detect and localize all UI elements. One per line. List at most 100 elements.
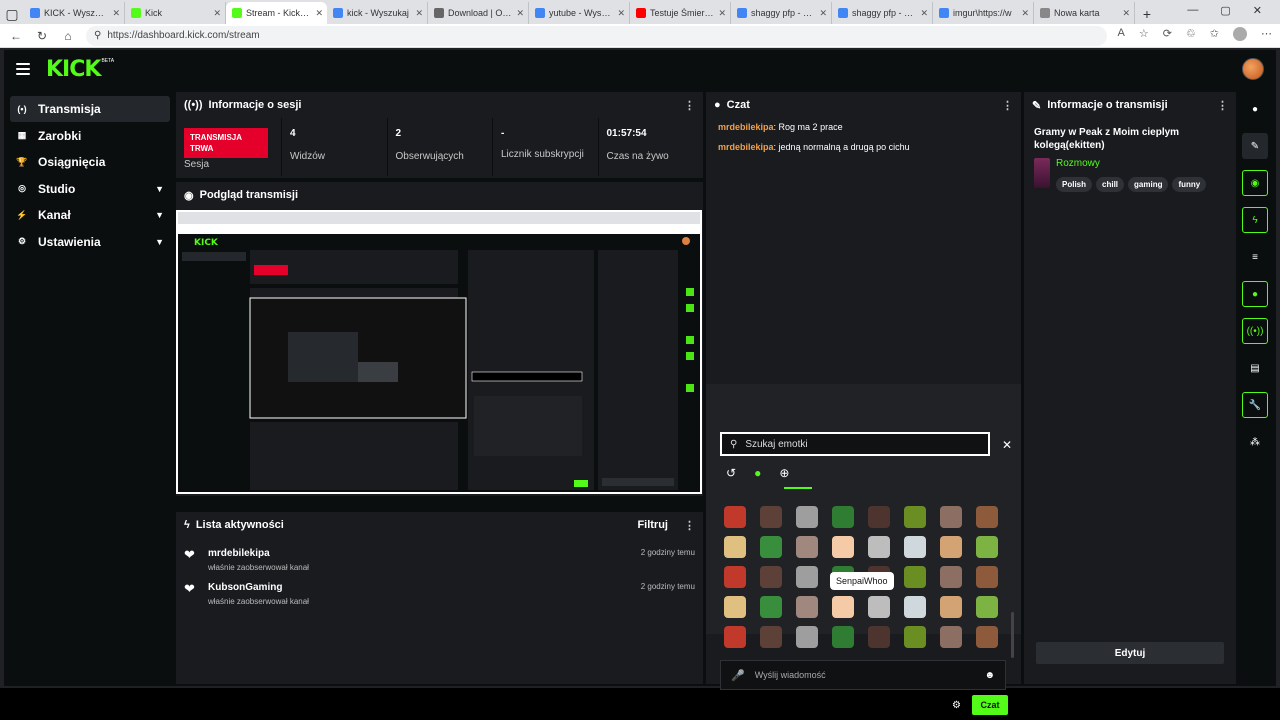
emote[interactable]	[832, 596, 854, 618]
favorite-star-icon[interactable]: ☆	[1139, 27, 1149, 44]
emote[interactable]	[724, 566, 746, 588]
tab-close-icon[interactable]: ✕	[718, 8, 726, 19]
browser-tab[interactable]: shaggy pfp - Wy ✕	[731, 2, 832, 24]
camera-icon[interactable]: ◉	[1242, 170, 1268, 196]
emote[interactable]	[940, 566, 962, 588]
emote[interactable]	[904, 506, 926, 528]
sync-icon[interactable]: ♲	[1186, 27, 1196, 44]
chat-nick[interactable]: mrdebilekipa	[718, 142, 774, 152]
read-aloud-icon[interactable]: A	[1117, 27, 1124, 44]
tab-close-icon[interactable]: ✕	[516, 8, 524, 19]
emote[interactable]	[868, 506, 890, 528]
back-icon[interactable]: ←	[8, 29, 24, 43]
emote[interactable]	[976, 506, 998, 528]
tab-menu-icon[interactable]: ▢	[0, 4, 24, 24]
stream-tag[interactable]: chill	[1096, 177, 1125, 192]
browser-tab[interactable]: KICK - Wyszukaj ✕	[24, 2, 125, 24]
emote[interactable]	[904, 596, 926, 618]
tab-close-icon[interactable]: ✕	[1122, 8, 1130, 19]
site-info-icon[interactable]: ⚲	[94, 30, 101, 41]
send-chat-button[interactable]: Czat	[972, 695, 1008, 715]
category-thumbnail[interactable]	[1034, 158, 1050, 188]
broadcast-icon[interactable]: ((•))	[1242, 318, 1268, 344]
filter-button[interactable]: Filtruj	[637, 519, 668, 531]
emote[interactable]	[868, 536, 890, 558]
emote-search-input[interactable]: ⚲ Szukaj emotki	[720, 432, 990, 456]
emote[interactable]	[940, 506, 962, 528]
new-tab-button[interactable]: +	[1135, 4, 1159, 24]
emote[interactable]	[724, 536, 746, 558]
maximize-icon[interactable]: ▢	[1220, 4, 1230, 17]
emote[interactable]	[832, 536, 854, 558]
emote[interactable]	[940, 626, 962, 648]
emote[interactable]	[796, 536, 818, 558]
sidebar-item-studio[interactable]: ◎ Studio ▼	[10, 176, 170, 202]
extensions-icon[interactable]: ⟳	[1163, 27, 1172, 44]
emote[interactable]	[760, 566, 782, 588]
more-menu-icon[interactable]: ⋯	[1261, 27, 1272, 44]
emote[interactable]	[796, 626, 818, 648]
info-icon[interactable]: ●	[1242, 96, 1268, 122]
stream-preview[interactable]: KICK	[176, 210, 702, 494]
browser-tab[interactable]: Nowa karta ✕	[1034, 2, 1135, 24]
global-emotes-icon[interactable]: ⊕	[779, 466, 789, 480]
favorites-icon[interactable]: ✩	[1210, 27, 1219, 44]
emote[interactable]	[832, 626, 854, 648]
minimize-icon[interactable]: —	[1187, 4, 1198, 17]
reload-icon[interactable]: ↻	[34, 29, 50, 43]
chat-settings-icon[interactable]: ⚙	[952, 700, 961, 711]
sidebar-item-ustawienia[interactable]: ⚙ Ustawienia ▼	[10, 229, 170, 255]
emote[interactable]	[796, 596, 818, 618]
emote[interactable]	[724, 596, 746, 618]
emote[interactable]	[760, 596, 782, 618]
edit-button[interactable]: Edytuj	[1036, 642, 1224, 664]
emote[interactable]	[760, 506, 782, 528]
url-field[interactable]: ⚲ https://dashboard.kick.com/stream	[86, 25, 1108, 46]
emote[interactable]	[760, 536, 782, 558]
tab-close-icon[interactable]: ✕	[819, 8, 827, 19]
tab-close-icon[interactable]: ✕	[315, 8, 323, 19]
pencil-icon[interactable]: ✎	[1242, 133, 1268, 159]
chevron-down-icon[interactable]: ▼	[155, 184, 164, 194]
stream-tag[interactable]: gaming	[1128, 177, 1169, 192]
activity-menu-icon[interactable]: ⋮	[684, 519, 695, 532]
emote[interactable]	[868, 596, 890, 618]
tab-close-icon[interactable]: ✕	[617, 8, 625, 19]
browser-tab[interactable]: imgur\https://w ✕	[933, 2, 1034, 24]
kick-logo[interactable]: KICK	[46, 57, 101, 82]
sidebar-item-transmisja[interactable]: (•) Transmisja	[10, 96, 170, 122]
recent-emotes-icon[interactable]: ↺	[726, 466, 736, 480]
chat-nick[interactable]: mrdebilekipa	[718, 122, 774, 132]
tab-close-icon[interactable]: ✕	[415, 8, 423, 19]
emote[interactable]	[976, 536, 998, 558]
emote-scrollbar[interactable]	[1011, 612, 1014, 658]
sidebar-item-kanał[interactable]: ⚡ Kanał ▼	[10, 202, 170, 228]
tab-close-icon[interactable]: ✕	[1021, 8, 1029, 19]
emote[interactable]	[940, 536, 962, 558]
tab-close-icon[interactable]: ✕	[213, 8, 221, 19]
emote[interactable]	[904, 566, 926, 588]
emote[interactable]	[868, 626, 890, 648]
notes-icon[interactable]: ≡	[1242, 244, 1268, 270]
activity-user[interactable]: KubsonGaming	[208, 582, 309, 593]
tab-close-icon[interactable]: ✕	[920, 8, 928, 19]
home-icon[interactable]: ⌂	[60, 29, 76, 43]
activity-user[interactable]: mrdebilekipa	[208, 548, 309, 559]
chat-bubble-icon[interactable]: ●	[1242, 281, 1268, 307]
emote[interactable]	[976, 626, 998, 648]
emoji-icon[interactable]: ☻	[984, 670, 995, 681]
tab-close-icon[interactable]: ✕	[112, 8, 120, 19]
sidebar-item-osiągnięcia[interactable]: 🏆 Osiągnięcia	[10, 149, 170, 175]
users-icon[interactable]: ⁂	[1242, 429, 1268, 455]
emote[interactable]	[904, 536, 926, 558]
browser-tab[interactable]: Kick ✕	[125, 2, 226, 24]
chat-menu-icon[interactable]: ⋮	[1002, 99, 1013, 112]
stream-tag[interactable]: Polish	[1056, 177, 1093, 192]
browser-tab[interactable]: Stream - Kick Da ✕	[226, 2, 327, 24]
emote[interactable]	[796, 506, 818, 528]
emote[interactable]	[724, 506, 746, 528]
emote[interactable]	[976, 566, 998, 588]
sidebar-item-zarobki[interactable]: ▦ Zarobki	[10, 123, 170, 149]
wrench-icon[interactable]: 🔧	[1242, 392, 1268, 418]
emote[interactable]	[760, 626, 782, 648]
